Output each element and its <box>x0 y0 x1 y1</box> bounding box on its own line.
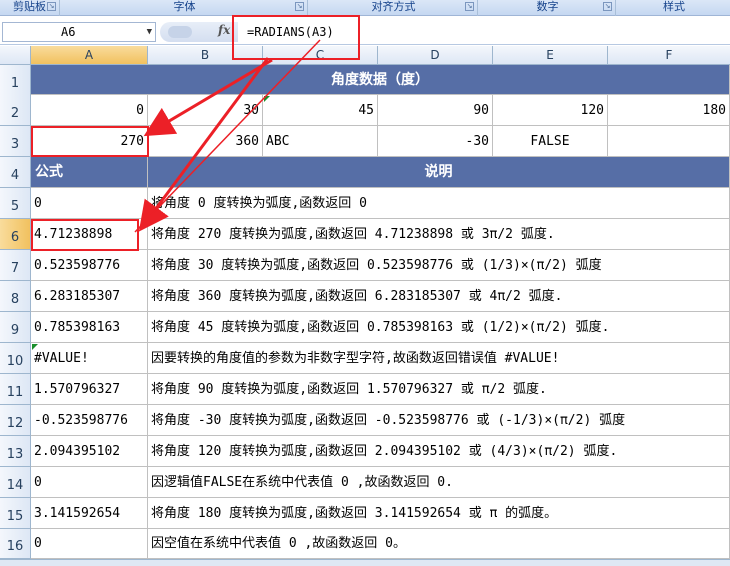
column-header-a[interactable]: A <box>31 46 148 65</box>
ribbon-group-label: 数字 <box>536 0 559 13</box>
chevron-down-icon[interactable]: ▼ <box>147 23 152 41</box>
description-cell[interactable]: 将角度 120 度转换为弧度,函数返回 2.094395102 或 (4/3)×… <box>148 436 730 467</box>
description-cell[interactable]: 因逻辑值FALSE在系统中代表值 0 ,故函数返回 0. <box>148 467 730 498</box>
data-cell-row3[interactable]: FALSE <box>493 126 608 157</box>
data-cell-row3[interactable]: 360 <box>148 126 263 157</box>
formula-bar-resize-handle[interactable] <box>168 26 192 38</box>
column-header-f[interactable]: F <box>608 46 730 65</box>
row-header-8[interactable]: 8 <box>0 281 31 312</box>
result-cell[interactable]: 3.141592654 <box>31 498 148 529</box>
select-all-corner[interactable] <box>0 46 31 65</box>
data-cell-row2[interactable]: 30 <box>148 95 263 126</box>
row-header-10[interactable]: 10 <box>0 343 31 374</box>
result-cell[interactable]: 0.523598776 <box>31 250 148 281</box>
description-cell[interactable]: 将角度 90 度转换为弧度,函数返回 1.570796327 或 π/2 弧度. <box>148 374 730 405</box>
row-header-12[interactable]: 12 <box>0 405 31 436</box>
dialog-launcher-icon[interactable]: ↘ <box>47 2 56 11</box>
description-cell[interactable]: 将角度 180 度转换为弧度,函数返回 3.141592654 或 π 的弧度。 <box>148 498 730 529</box>
result-cell[interactable]: 0 <box>31 467 148 498</box>
column-header-e[interactable]: E <box>493 46 608 65</box>
table-title[interactable]: 角度数据（度） <box>31 65 730 95</box>
formula-bar: A6 ▼ fx =RADIANS(A3) <box>0 19 730 45</box>
result-cell[interactable]: #VALUE! <box>31 343 148 374</box>
result-cell[interactable]: 0.785398163 <box>31 312 148 343</box>
description-cell[interactable]: 因空值在系统中代表值 0 ,故函数返回 0。 <box>148 529 730 559</box>
data-cell-row2[interactable]: 45 <box>263 95 378 126</box>
data-cell-row3[interactable]: -30 <box>378 126 493 157</box>
description-cell[interactable]: 将角度 270 度转换为弧度,函数返回 4.71238898 或 3π/2 弧度… <box>148 219 730 250</box>
ribbon-group-label: 对齐方式 <box>371 0 416 13</box>
name-box[interactable]: A6 ▼ <box>2 22 156 42</box>
ribbon-group-label: 字体 <box>173 0 196 13</box>
ribbon-group-number[interactable]: 数字 ↘ <box>480 0 616 16</box>
insert-function-icon[interactable]: fx <box>218 23 230 37</box>
dialog-launcher-icon[interactable]: ↘ <box>465 2 474 11</box>
result-cell[interactable]: 0 <box>31 188 148 219</box>
row-header-15[interactable]: 15 <box>0 498 31 529</box>
ribbon-group-font[interactable]: 字体 ↘ <box>62 0 308 16</box>
column-header-d[interactable]: D <box>378 46 493 65</box>
sheet-tabs-strip[interactable] <box>0 559 730 566</box>
row-header-13[interactable]: 13 <box>0 436 31 467</box>
row-header-5[interactable]: 5 <box>0 188 31 219</box>
description-cell[interactable]: 因要转换的角度值的参数为非数字型字符,故函数返回错误值 #VALUE! <box>148 343 730 374</box>
column-header-c[interactable]: C <box>263 46 378 65</box>
formula-bar-controls: fx <box>160 22 238 42</box>
dialog-launcher-icon[interactable]: ↘ <box>295 2 304 11</box>
row-header-14[interactable]: 14 <box>0 467 31 498</box>
result-cell[interactable]: 0 <box>31 529 148 559</box>
row-header-1[interactable]: 1 <box>0 65 31 96</box>
description-cell[interactable]: 将角度 0 度转换为弧度,函数返回 0 <box>148 188 730 219</box>
ribbon-group-alignment[interactable]: 对齐方式 ↘ <box>310 0 478 16</box>
data-cell-row3[interactable] <box>608 126 730 157</box>
row-header-6[interactable]: 6 <box>0 219 31 250</box>
data-cell-row2[interactable]: 90 <box>378 95 493 126</box>
row-header-3[interactable]: 3 <box>0 126 31 157</box>
result-cell[interactable]: 4.71238898 <box>31 219 148 250</box>
ribbon-group-label: 剪贴板 <box>13 0 46 13</box>
formula-column-header[interactable]: 公式 <box>31 157 148 188</box>
row-header-4[interactable]: 4 <box>0 157 31 188</box>
description-cell[interactable]: 将角度 -30 度转换为弧度,函数返回 -0.523598776 或 (-1/3… <box>148 405 730 436</box>
name-box-value: A6 <box>61 25 76 39</box>
result-cell[interactable]: 2.094395102 <box>31 436 148 467</box>
row-header-7[interactable]: 7 <box>0 250 31 281</box>
ribbon-group-labels: 剪贴板 ↘ 字体 ↘ 对齐方式 ↘ 数字 ↘ 样式 <box>0 0 730 16</box>
dialog-launcher-icon[interactable]: ↘ <box>603 2 612 11</box>
data-cell-row2[interactable]: 120 <box>493 95 608 126</box>
result-cell[interactable]: 1.570796327 <box>31 374 148 405</box>
error-indicator-icon <box>32 344 38 350</box>
column-header-b[interactable]: B <box>148 46 263 65</box>
row-header-11[interactable]: 11 <box>0 374 31 405</box>
ribbon-group-clipboard[interactable]: 剪贴板 ↘ <box>0 0 60 16</box>
data-cell-row2[interactable]: 0 <box>31 95 148 126</box>
description-column-header[interactable]: 说明 <box>148 157 730 188</box>
data-cell-row3[interactable]: ABC <box>263 126 378 157</box>
row-header-9[interactable]: 9 <box>0 312 31 343</box>
data-cell-row3[interactable]: 270 <box>31 126 148 157</box>
description-cell[interactable]: 将角度 30 度转换为弧度,函数返回 0.523598776 或 (1/3)×(… <box>148 250 730 281</box>
row-header-2[interactable]: 2 <box>0 95 31 126</box>
result-cell[interactable]: -0.523598776 <box>31 405 148 436</box>
description-cell[interactable]: 将角度 45 度转换为弧度,函数返回 0.785398163 或 (1/2)×(… <box>148 312 730 343</box>
ribbon-group-styles[interactable]: 样式 <box>618 0 730 16</box>
formula-input[interactable]: =RADIANS(A3) <box>242 22 728 42</box>
description-cell[interactable]: 将角度 360 度转换为弧度,函数返回 6.283185307 或 4π/2 弧… <box>148 281 730 312</box>
error-indicator-icon <box>264 96 270 102</box>
data-cell-row2[interactable]: 180 <box>608 95 730 126</box>
result-cell[interactable]: 6.283185307 <box>31 281 148 312</box>
row-header-16[interactable]: 16 <box>0 529 31 559</box>
ribbon-group-label: 样式 <box>663 0 685 13</box>
